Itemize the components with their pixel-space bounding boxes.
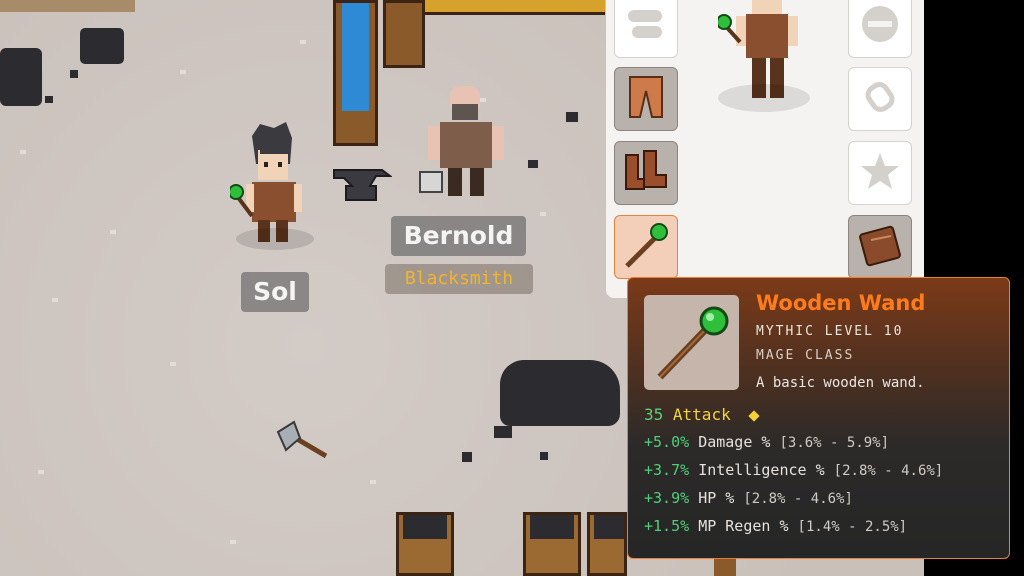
stat-range: [3.6% - 5.9%] (779, 435, 890, 451)
water-trough (333, 0, 378, 146)
stat-row: +3.9% HP % [2.8% - 4.6%] (644, 489, 853, 507)
wooden-post (714, 556, 736, 576)
stat-name: MP Regen % (698, 517, 789, 535)
shield-slot[interactable] (848, 0, 912, 58)
trinket-slot[interactable] (848, 141, 912, 205)
wooden-floor-edge (0, 0, 135, 12)
sol-nameplate: Sol (241, 272, 309, 312)
item-description: A basic wooden wand. (756, 375, 925, 391)
stat-row: +1.5% MP Regen % [1.4% - 2.5%] (644, 517, 907, 535)
spellbook-icon (857, 222, 903, 272)
weapon-slot[interactable] (614, 215, 678, 279)
wooden-rack (383, 0, 425, 68)
leather-boots-icon (622, 149, 670, 197)
ground-speck (170, 362, 176, 366)
attack-value: 35 (644, 405, 664, 424)
stat-name: HP % (698, 489, 735, 507)
wooden-wand-icon (621, 220, 671, 274)
attack-label: Attack (672, 405, 731, 424)
coal-chunk (540, 452, 548, 460)
stat-bonus: +3.9% (644, 489, 690, 507)
ground-speck (540, 212, 546, 216)
item-class: MAGE CLASS (756, 348, 855, 363)
attack-stat: 35 Attack (644, 405, 761, 424)
star-slot-icon (858, 149, 902, 197)
coal-crate[interactable] (523, 512, 581, 576)
wooden-wand-icon (650, 299, 734, 387)
ground-speck (52, 298, 58, 302)
character-preview (716, 0, 810, 118)
shield-slot-icon (858, 2, 902, 50)
item-rarity-level: MYTHIC LEVEL 10 (756, 324, 904, 339)
item-tooltip: Wooden Wand MYTHIC LEVEL 10 MAGE CLASS A… (627, 277, 1010, 559)
ground-speck (230, 540, 236, 544)
stat-bonus: +3.7% (644, 461, 690, 479)
coal-chunk (462, 452, 472, 462)
bernold-nameplate: Bernold (391, 216, 526, 256)
axe-item[interactable] (274, 420, 330, 460)
ring-slot-icon (860, 77, 900, 121)
stat-name: Intelligence % (698, 461, 825, 479)
coal-chunk (494, 426, 512, 438)
coal-heap[interactable] (500, 360, 620, 426)
ground-speck (110, 230, 116, 234)
bernold-title: Blacksmith (385, 264, 533, 294)
stat-range: [1.4% - 2.5%] (797, 519, 908, 535)
coal-chunk (528, 160, 538, 168)
ground-speck (38, 470, 44, 474)
coal-chunk (566, 112, 578, 122)
legs-slot[interactable] (614, 67, 678, 131)
player-character-sol[interactable] (228, 120, 316, 260)
stat-bonus: +5.0% (644, 433, 690, 451)
tooltip-item-icon (644, 295, 739, 390)
boots-slot[interactable] (614, 141, 678, 205)
equipment-panel (606, 0, 924, 298)
coal-chunk (70, 70, 78, 78)
ground-speck (180, 70, 186, 74)
coal-chunk (45, 96, 53, 103)
gloves-slot[interactable] (614, 0, 678, 58)
forge-frame (425, 0, 605, 15)
coal-pile (80, 28, 124, 64)
anvil[interactable] (332, 164, 392, 206)
stat-bonus: +1.5% (644, 517, 690, 535)
stat-row: +3.7% Intelligence % [2.8% - 4.6%] (644, 461, 943, 479)
coal-crate[interactable] (587, 512, 627, 576)
book-slot[interactable] (848, 215, 912, 279)
stat-range: [2.8% - 4.6%] (833, 463, 944, 479)
diamond-icon (748, 409, 761, 422)
ground-speck (370, 480, 376, 484)
coal-pile (0, 48, 42, 106)
item-name: Wooden Wand (756, 291, 926, 315)
leather-pants-icon (624, 73, 668, 125)
gloves-icon (624, 4, 668, 48)
ring-slot[interactable] (848, 67, 912, 131)
stat-row: +5.0% Damage % [3.6% - 5.9%] (644, 433, 889, 451)
coal-crate[interactable] (396, 512, 454, 576)
npc-bernold[interactable] (414, 82, 508, 202)
stat-name: Damage % (698, 433, 771, 451)
ground-speck (20, 150, 26, 154)
stat-range: [2.8% - 4.6%] (743, 491, 853, 507)
ground-speck (300, 40, 306, 44)
